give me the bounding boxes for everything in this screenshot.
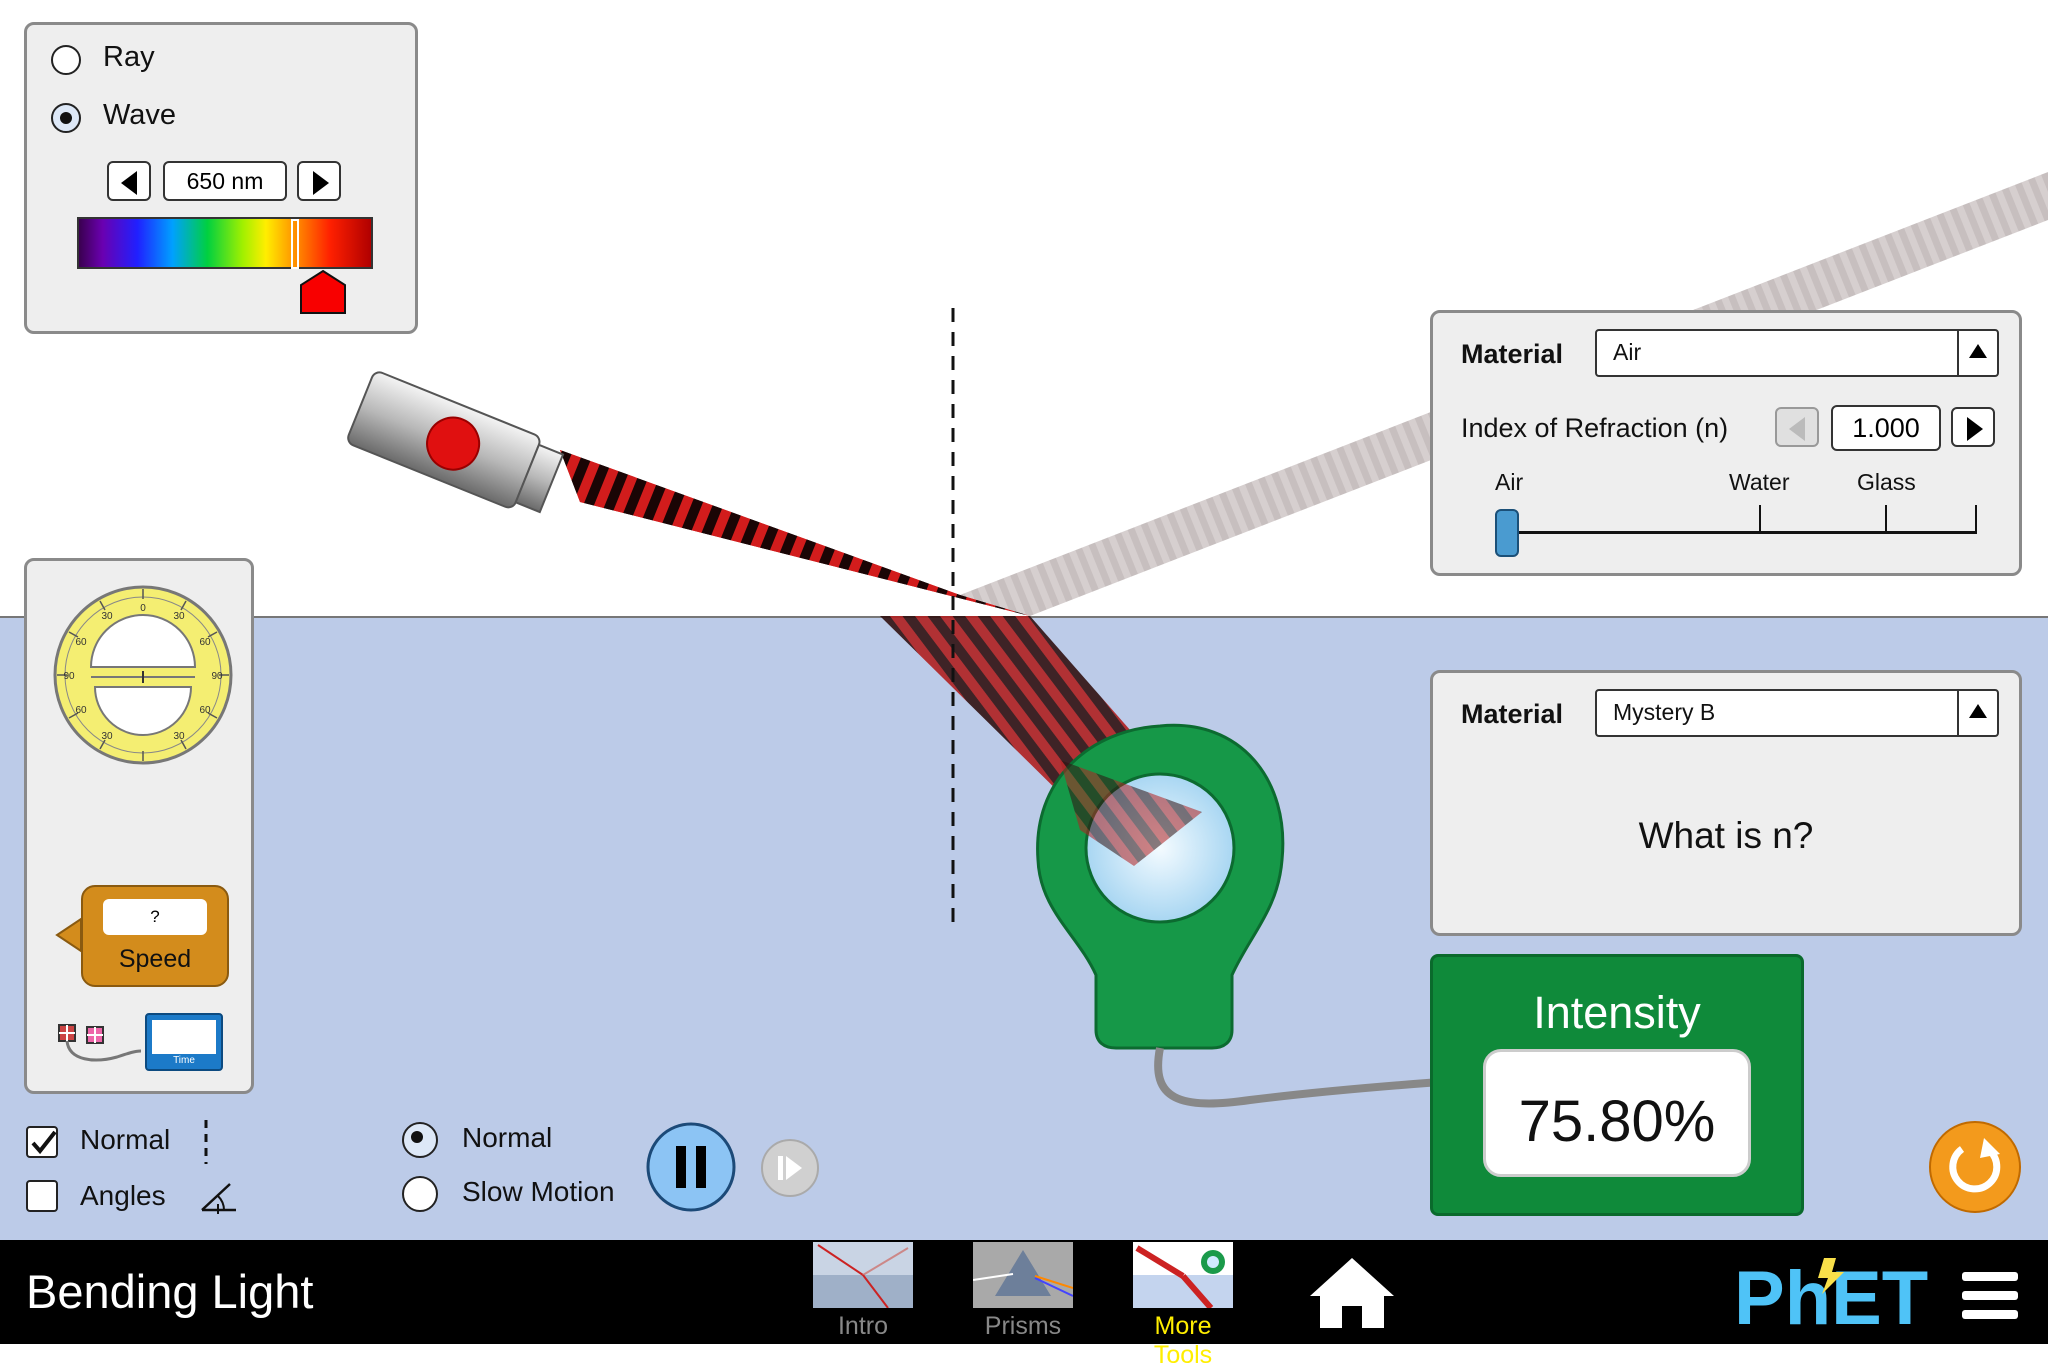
tick-end <box>1975 505 1977 533</box>
phet-logo: PhET <box>1732 1254 1932 1341</box>
protractor-tool[interactable]: 0 30 60 90 60 30 30 60 90 60 30 <box>51 583 235 767</box>
tab-more-tools[interactable]: More Tools <box>1128 1242 1240 1369</box>
wave-label: Wave <box>103 99 177 131</box>
svg-text:90: 90 <box>211 671 223 682</box>
svg-text:60: 60 <box>75 705 87 716</box>
mystery-question: What is n? <box>1638 815 1814 856</box>
svg-text:60: 60 <box>199 705 211 716</box>
tick-glass <box>1885 505 1887 533</box>
top-material-panel: Material Air Index of Refraction (n) 1.0… <box>1430 310 2022 576</box>
wavelength-spectrum-slider[interactable] <box>77 217 373 269</box>
app-title: Bending Light <box>26 1265 314 1318</box>
time-sensor-label: Time <box>173 1055 195 1066</box>
ray-radio[interactable] <box>51 45 81 75</box>
incident-beam <box>560 450 1030 616</box>
svg-text:60: 60 <box>75 637 87 648</box>
menu-icon[interactable] <box>1960 1268 2020 1324</box>
svg-text:30: 30 <box>101 731 113 742</box>
wave-radio[interactable] <box>51 103 81 133</box>
speed-label: Speed <box>118 945 192 973</box>
svg-text:0: 0 <box>140 603 146 614</box>
phet-logo-graphic: PhET <box>1734 1256 1928 1341</box>
angles-checkbox[interactable] <box>26 1180 58 1212</box>
step-icon <box>778 1156 783 1180</box>
index-increase-button[interactable] <box>1951 407 1995 447</box>
wavelength-thumb[interactable] <box>291 219 299 269</box>
svg-text:30: 30 <box>173 731 185 742</box>
slider-label-water: Water <box>1729 469 1790 495</box>
toolbox-panel: 0 30 60 90 60 30 30 60 90 60 30 ? Speed … <box>24 558 254 1094</box>
wavelength-thumb-handle[interactable] <box>297 269 351 317</box>
step-forward-button[interactable] <box>758 1136 822 1200</box>
bottom-material-selected: Mystery B <box>1613 699 1716 725</box>
laser-flashlight <box>347 371 565 514</box>
index-value: 1.000 <box>1831 405 1941 451</box>
pause-icon <box>676 1146 686 1188</box>
triangle-left-icon <box>121 171 137 195</box>
index-slider-track[interactable] <box>1507 531 1977 534</box>
slow-motion-radio[interactable] <box>402 1176 438 1212</box>
reset-all-button[interactable] <box>1926 1118 2024 1216</box>
tab-intro-label: Intro <box>837 1312 889 1340</box>
ray-label: Ray <box>103 41 155 73</box>
svg-text:30: 30 <box>173 611 185 622</box>
slow-motion-label: Slow Motion <box>462 1176 615 1207</box>
tab-intro[interactable]: Intro <box>808 1242 918 1342</box>
top-material-dropdown-button[interactable] <box>1957 331 1997 375</box>
triangle-up-icon <box>1969 344 1987 358</box>
index-slider-thumb[interactable] <box>1495 509 1519 557</box>
triangle-right-icon <box>1967 417 1983 441</box>
normal-speed-radio[interactable] <box>402 1122 438 1158</box>
speed-tool[interactable]: ? Speed <box>81 885 229 987</box>
tab-prisms-label: Prisms <box>984 1312 1062 1340</box>
intensity-title: Intensity <box>1533 987 1701 1038</box>
intensity-readout: 75.80% <box>1483 1049 1751 1177</box>
bottom-material-panel: Material Mystery B What is n? <box>1430 670 2022 936</box>
pause-button[interactable] <box>644 1120 738 1214</box>
index-decrease-button[interactable] <box>1775 407 1819 447</box>
speed-value: ? <box>150 907 160 926</box>
slider-label-air: Air <box>1495 469 1524 495</box>
wavelength-value: 650 nm <box>163 161 287 201</box>
time-sensor-tool[interactable]: Time <box>145 1013 223 1071</box>
normal-speed-label: Normal <box>462 1122 553 1153</box>
slider-label-glass: Glass <box>1857 469 1916 495</box>
more-tools-thumbnail-icon <box>1133 1242 1233 1308</box>
top-material-combobox[interactable]: Air <box>1595 329 1999 377</box>
index-of-refraction-label: Index of Refraction (n) <box>1461 413 1729 443</box>
normal-checkbox-label: Normal <box>80 1124 171 1155</box>
svg-text:30: 30 <box>101 611 113 622</box>
prisms-thumbnail-icon <box>973 1242 1073 1308</box>
time-sensor-screen <box>152 1020 216 1054</box>
triangle-left-icon <box>1789 417 1805 441</box>
bottom-material-combobox[interactable]: Mystery B <box>1595 689 1999 737</box>
intro-thumbnail-icon <box>813 1242 913 1308</box>
normal-checkbox[interactable] <box>26 1126 58 1158</box>
tab-prisms[interactable]: Prisms <box>968 1242 1078 1342</box>
wavelength-increase-button[interactable] <box>297 161 341 201</box>
triangle-right-icon <box>313 171 329 195</box>
angles-checkbox-label: Angles <box>80 1180 166 1211</box>
tick-water <box>1759 505 1761 533</box>
svg-text:90: 90 <box>63 671 75 682</box>
home-icon <box>1310 1258 1394 1328</box>
speed-pointer-icon <box>55 917 82 953</box>
checkmark-icon <box>31 1130 57 1155</box>
intensity-meter[interactable]: Intensity 75.80% <box>1430 954 1804 1216</box>
top-material-selected: Air <box>1613 339 1642 365</box>
bottom-material-label: Material <box>1461 699 1564 729</box>
speed-value-box: ? <box>103 899 207 935</box>
bottom-material-dropdown-button[interactable] <box>1957 691 1997 735</box>
light-source-panel: Ray Wave 650 nm <box>24 22 418 334</box>
probe-sensors-icon[interactable] <box>55 1017 155 1073</box>
home-button[interactable] <box>1304 1252 1400 1332</box>
top-material-label: Material <box>1461 339 1564 369</box>
svg-text:60: 60 <box>199 637 211 648</box>
intensity-value: 75.80% <box>1518 1089 1716 1154</box>
triangle-up-icon <box>1969 704 1987 718</box>
tab-more-tools-label: More Tools <box>1153 1312 1213 1369</box>
angle-icon <box>201 1183 236 1214</box>
wavelength-decrease-button[interactable] <box>107 161 151 201</box>
normal-line-icon <box>204 1120 208 1164</box>
